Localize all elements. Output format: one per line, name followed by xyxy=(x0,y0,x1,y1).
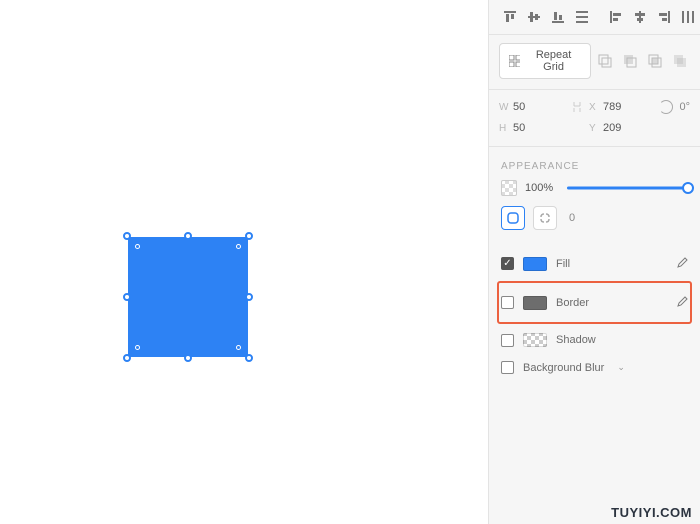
fill-eyedropper-icon[interactable] xyxy=(674,255,688,272)
resize-handle-bottom-left[interactable] xyxy=(123,354,131,362)
canvas[interactable] xyxy=(0,0,488,524)
border-color-swatch[interactable] xyxy=(523,296,547,310)
x-label: X xyxy=(589,102,603,113)
corner-radius-handle-tr[interactable] xyxy=(236,244,241,249)
opacity-slider-thumb[interactable] xyxy=(682,182,694,194)
border-row-highlight: Border xyxy=(497,281,692,324)
fill-color-swatch[interactable] xyxy=(523,257,547,271)
opacity-swatch-icon[interactable] xyxy=(501,180,517,196)
inspector-panel: Repeat Grid W X 0° H Y APPE xyxy=(488,0,700,524)
resize-handle-top-right[interactable] xyxy=(245,232,253,240)
shadow-label: Shadow xyxy=(556,334,596,346)
path-subtract-icon[interactable] xyxy=(620,51,640,71)
radius-input[interactable] xyxy=(569,212,609,224)
resize-handle-top-center[interactable] xyxy=(184,232,192,240)
height-label: H xyxy=(499,123,513,134)
align-middle-icon[interactable] xyxy=(523,6,545,28)
rectangle-shape[interactable] xyxy=(128,237,248,357)
lock-aspect-icon[interactable] xyxy=(571,100,583,114)
border-row: Border xyxy=(499,287,690,318)
path-intersect-icon[interactable] xyxy=(645,51,665,71)
corner-radius-handle-tl[interactable] xyxy=(135,244,140,249)
distribute-vertical-icon[interactable] xyxy=(571,6,593,28)
border-label: Border xyxy=(556,297,589,309)
styles-section: Fill Border Shadow Background Blur ⌄ xyxy=(489,242,700,387)
radius-uniform-button[interactable] xyxy=(501,206,525,230)
x-input[interactable] xyxy=(603,101,659,113)
blur-label: Background Blur xyxy=(523,362,604,374)
watermark-text: TUYIYI.COM xyxy=(611,505,692,520)
shadow-row: Shadow xyxy=(499,326,690,354)
y-input[interactable] xyxy=(603,122,659,134)
alignment-toolbar xyxy=(489,0,700,35)
fill-checkbox[interactable] xyxy=(501,257,514,270)
width-label: W xyxy=(499,102,513,113)
corner-radius-handle-bl[interactable] xyxy=(135,345,140,350)
resize-handle-middle-right[interactable] xyxy=(245,293,253,301)
border-checkbox[interactable] xyxy=(501,296,514,309)
shadow-color-swatch[interactable] xyxy=(523,333,547,347)
selected-shape[interactable] xyxy=(128,237,248,357)
y-label: Y xyxy=(589,123,603,134)
repeat-grid-row: Repeat Grid xyxy=(489,35,700,90)
border-eyedropper-icon[interactable] xyxy=(674,294,688,311)
rotate-icon[interactable] xyxy=(659,100,673,114)
repeat-grid-icon xyxy=(509,55,520,67)
radius-independent-button[interactable] xyxy=(533,206,557,230)
width-input[interactable] xyxy=(513,101,569,113)
align-bottom-icon[interactable] xyxy=(547,6,569,28)
align-left-icon[interactable] xyxy=(605,6,627,28)
corner-radius-handle-br[interactable] xyxy=(236,345,241,350)
fill-row: Fill xyxy=(499,248,690,279)
opacity-row: 100% xyxy=(489,180,700,206)
repeat-grid-label: Repeat Grid xyxy=(526,49,581,73)
path-exclude-icon[interactable] xyxy=(670,51,690,71)
opacity-value[interactable]: 100% xyxy=(525,182,559,194)
fill-label: Fill xyxy=(556,258,570,270)
appearance-heading: APPEARANCE xyxy=(489,147,700,180)
align-center-icon[interactable] xyxy=(629,6,651,28)
resize-handle-top-left[interactable] xyxy=(123,232,131,240)
resize-handle-middle-left[interactable] xyxy=(123,293,131,301)
resize-handle-bottom-center[interactable] xyxy=(184,354,192,362)
geometry-section: W X 0° H Y xyxy=(489,90,700,147)
rotate-value[interactable]: 0° xyxy=(679,101,690,113)
resize-handle-bottom-right[interactable] xyxy=(245,354,253,362)
align-right-icon[interactable] xyxy=(653,6,675,28)
path-add-icon[interactable] xyxy=(595,51,615,71)
shadow-checkbox[interactable] xyxy=(501,334,514,347)
background-blur-row: Background Blur ⌄ xyxy=(499,354,690,381)
repeat-grid-button[interactable]: Repeat Grid xyxy=(499,43,591,79)
align-top-icon[interactable] xyxy=(499,6,521,28)
opacity-slider[interactable] xyxy=(567,186,688,190)
corner-radius-row xyxy=(489,206,700,242)
height-input[interactable] xyxy=(513,122,569,134)
distribute-horizontal-icon[interactable] xyxy=(677,6,699,28)
blur-disclosure-icon[interactable]: ⌄ xyxy=(617,362,625,373)
blur-checkbox[interactable] xyxy=(501,361,514,374)
